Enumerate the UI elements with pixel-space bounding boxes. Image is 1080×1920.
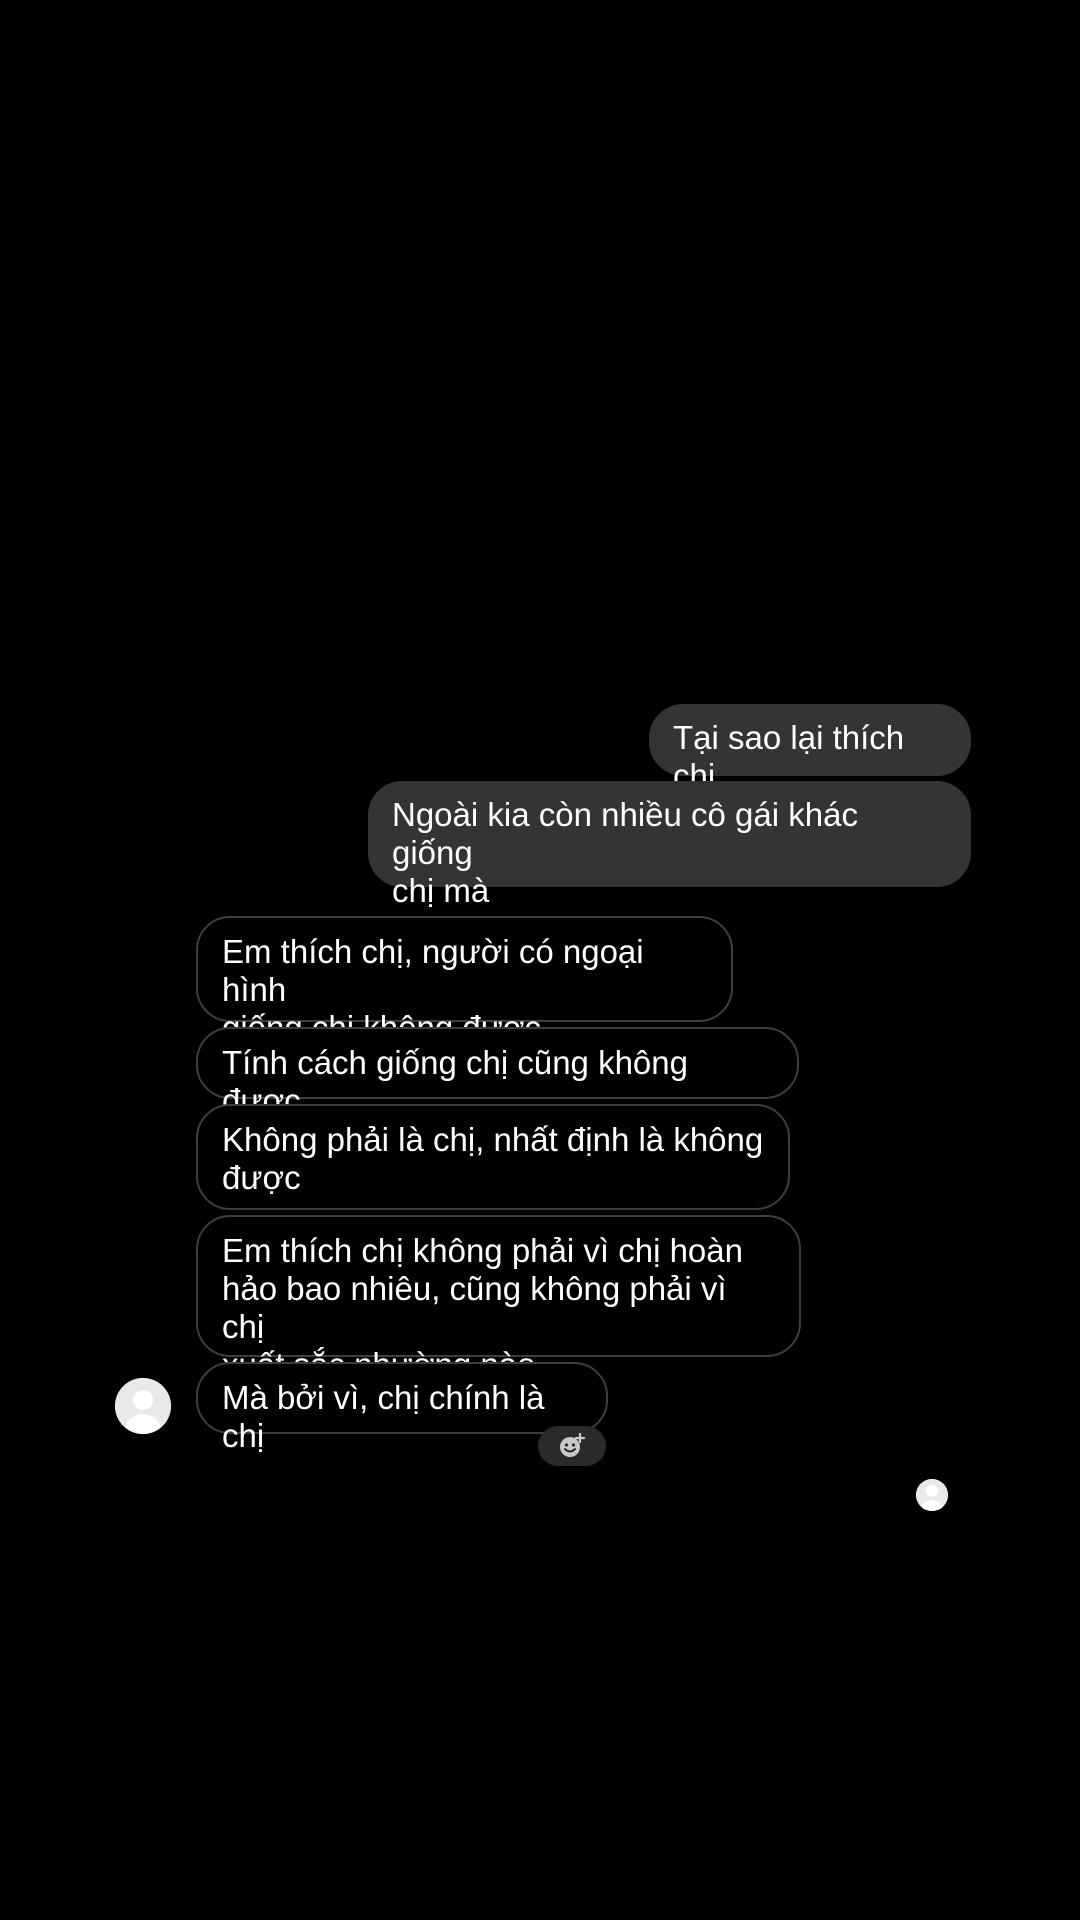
add-reaction-button[interactable] (538, 1426, 606, 1466)
add-reaction-icon (560, 1432, 586, 1457)
received-message-bubble[interactable]: Tính cách giống chị cũng không được (196, 1027, 799, 1119)
received-message-bubble[interactable]: Em thích chị không phải vì chị hoàn hảo … (196, 1215, 801, 1383)
chat-screen: Tại sao lại thích chị Ngoài kia còn nhiề… (0, 0, 1080, 1920)
received-message-bubble[interactable]: Em thích chị, người có ngoại hình giống … (196, 916, 733, 1046)
avatar-icon[interactable] (115, 1378, 171, 1434)
sent-message-bubble[interactable]: Ngoài kia còn nhiều cô gái khác giống ch… (368, 781, 971, 909)
received-message-bubble[interactable]: Mà bởi vì, chị chính là chị (196, 1362, 608, 1454)
received-message-bubble[interactable]: Không phải là chị, nhất định là không đư… (196, 1104, 790, 1210)
seen-avatar-icon (916, 1479, 948, 1511)
sent-message-bubble[interactable]: Tại sao lại thích chị (649, 704, 971, 794)
